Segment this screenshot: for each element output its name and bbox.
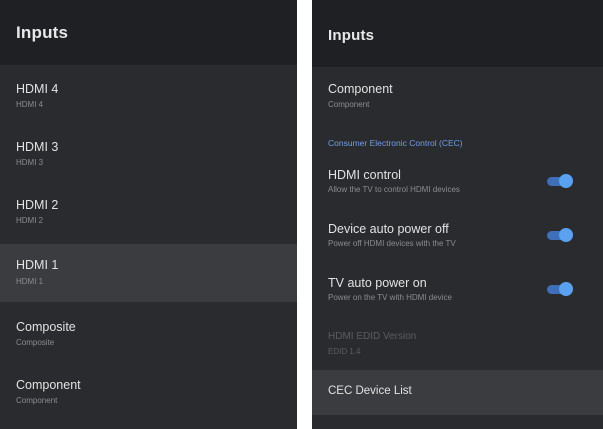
input-label: Component [16,378,81,392]
input-item-component[interactable]: Component Component [0,368,297,418]
input-label: Component [328,82,393,96]
hdmi-control-toggle[interactable] [545,174,573,188]
input-sublabel: HDMI 1 [16,277,44,286]
inputs-panel-right: Inputs Component Component Consumer Elec… [312,0,603,429]
toggle-thumb [559,174,573,188]
input-item-hdmi-2[interactable]: HDMI 2 HDMI 2 [0,188,297,238]
panel-title: Inputs [328,27,375,44]
input-label: Composite [16,320,76,334]
inputs-panel-left: Inputs HDMI 4 HDMI 4 HDMI 3 HDMI 3 HDMI … [0,0,297,429]
cec-device-list-label: CEC Device List [328,385,412,397]
hdmi-control-description: Allow the TV to control HDMI devices [328,185,460,194]
input-sublabel: HDMI 4 [16,100,44,109]
panel-header: Inputs [0,0,297,65]
tv-auto-power-on-description: Power on the TV with HDMI device [328,293,452,302]
toggle-thumb [559,228,573,242]
input-label: HDMI 2 [16,198,59,212]
input-item-hdmi-3[interactable]: HDMI 3 HDMI 3 [0,130,297,180]
cec-device-list-row[interactable]: CEC Device List [312,370,603,415]
input-item-composite[interactable]: Composite Composite [0,310,297,360]
input-sublabel: Composite [16,338,55,347]
device-auto-power-off-description: Power off HDMI devices with the TV [328,239,456,248]
input-sublabel: Component [328,100,370,109]
panel-header: Inputs [312,0,603,67]
input-sublabel: Component [16,396,58,405]
hdmi-edid-version-label: HDMI EDID Version [328,331,417,342]
device-auto-power-off-toggle[interactable] [545,228,573,242]
tv-auto-power-on-row[interactable]: TV auto power on Power on the TV with HD… [312,268,603,316]
device-auto-power-off-label: Device auto power off [328,222,449,236]
device-auto-power-off-row[interactable]: Device auto power off Power off HDMI dev… [312,214,603,262]
input-label: HDMI 1 [16,258,59,272]
hdmi-edid-version-row: HDMI EDID Version EDID 1.4 [312,324,603,368]
input-sublabel: HDMI 3 [16,158,44,167]
input-item-hdmi-1[interactable]: HDMI 1 HDMI 1 [0,244,297,302]
tv-auto-power-on-toggle[interactable] [545,282,573,296]
cec-section-header: Consumer Electronic Control (CEC) [328,138,463,148]
input-item-hdmi-4[interactable]: HDMI 4 HDMI 4 [0,72,297,122]
panel-title: Inputs [16,23,69,42]
input-sublabel: HDMI 2 [16,216,44,225]
tv-auto-power-on-label: TV auto power on [328,276,427,290]
input-item-component[interactable]: Component Component [312,72,603,122]
hdmi-edid-version-value: EDID 1.4 [328,347,361,356]
hdmi-control-label: HDMI control [328,168,401,182]
input-label: HDMI 3 [16,140,59,154]
hdmi-control-row[interactable]: HDMI control Allow the TV to control HDM… [312,160,603,208]
toggle-thumb [559,282,573,296]
input-label: HDMI 4 [16,82,59,96]
